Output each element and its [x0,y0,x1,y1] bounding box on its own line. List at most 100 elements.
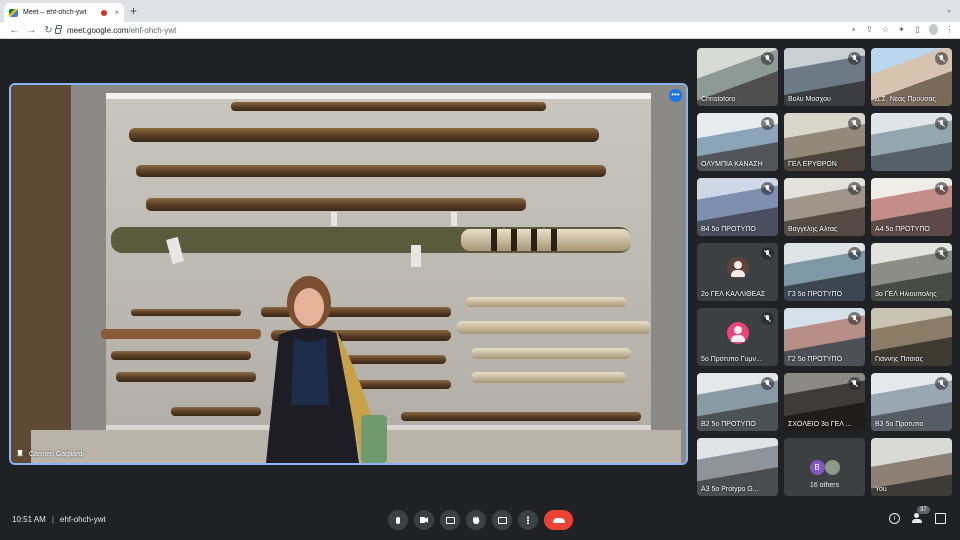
address-bar[interactable]: meet.google.com/ehf-ohch-ywt [55,24,845,37]
camera-icon [420,517,428,523]
participant-name: 5o Πρότυπο Γυμν... [701,356,762,363]
participant-tile[interactable]: 2ο ΓΕΛ ΚΑΛΛΙΘΕΑΣ [697,243,778,301]
profile-avatar-icon[interactable] [929,24,938,35]
avatar: B [809,459,825,475]
recording-indicator-icon [101,9,108,16]
more-options-button[interactable]: ••• [669,89,682,102]
browser-tab-meet[interactable]: Meet – ehf-ohch-ywt × [4,3,124,22]
participant-name: Β4 5ο ΠΡΟΤΥΠΟ [701,226,756,233]
participant-name: Α3 5ο Protypo G... [701,486,759,493]
participant-tile[interactable]: Α4 5ο ΠΡΟΤΥΠΟ [871,178,952,236]
participant-tile[interactable]: Β2 5ο ΠΡΟΤΥΠΟ [697,373,778,431]
participant-tile[interactable]: 5o Πρότυπο Γυμν... [697,308,778,366]
participant-name: ΓΕΛ ΕΡΥΘΡΩΝ [788,161,837,168]
participant-tile[interactable]: Γ2 5ο ΠΡΟΤΥΠΟ [784,308,865,366]
presenter-label: Carmen Gagliardi [17,450,84,458]
participant-count-badge: 37 [917,506,930,514]
participant-tile[interactable]: Βολυ Μοσχου [784,48,865,106]
mic-off-icon [848,377,861,390]
share-icon[interactable]: ⇪ [865,25,874,34]
meet-favicon-icon [9,8,18,17]
chat-icon[interactable] [935,513,946,524]
mic-off-icon [761,117,774,130]
pin-icon[interactable] [17,450,23,458]
mic-off-icon [935,182,948,195]
presenter-video [11,85,686,463]
new-tab-button[interactable]: + [130,4,137,18]
end-call-icon [552,517,565,523]
browser-tab-strip: Meet – ehf-ohch-ywt × + ⌄ [0,0,960,22]
microphone-button[interactable] [388,510,408,530]
participant-tile[interactable] [871,113,952,171]
tab-search-chevron-icon[interactable]: ⌄ [946,6,952,14]
participant-tile[interactable]: Γ3 5ο ΠΡΟΤΥΠΟ [784,243,865,301]
more-options-button[interactable] [518,510,538,530]
back-icon[interactable]: ← [6,25,23,36]
raise-hand-icon [472,516,480,524]
captions-icon [445,516,455,524]
raise-hand-button[interactable] [466,510,486,530]
participant-tile[interactable]: Christoforo [697,48,778,106]
meeting-info-icon[interactable]: i [889,513,900,524]
side-panel-icon[interactable]: ▯ [913,25,922,34]
present-now-button[interactable] [492,510,512,530]
participant-name: Γ3 5ο ΠΡΟΤΥΠΟ [788,291,843,298]
participant-tile[interactable]: ΟΛΥΜΠΙΑ ΚΑΝΑΣΗ [697,113,778,171]
self-tile[interactable]: You [871,438,952,496]
more-vert-icon [527,516,529,524]
participant-name: Β2 5ο ΠΡΟΤΥΠΟ [701,421,756,428]
participant-name: Γ2 5ο ΠΡΟΤΥΠΟ [788,356,843,363]
participant-name: Α4 5ο ΠΡΟΤΥΠΟ [875,226,930,233]
tab-close-icon[interactable]: × [114,8,119,17]
extensions-puzzle-icon[interactable]: ✦ [897,25,906,34]
participant-tile[interactable]: Γιάννης Πιτσιάς [871,308,952,366]
others-avatars: B [809,459,840,475]
meeting-details: 10:51 AM | ehf-ohch-ywt [12,515,106,524]
participant-name: Βολυ Μοσχου [788,96,831,103]
people-icon[interactable]: 37 [912,506,930,524]
separator: | [51,515,54,524]
participant-grid: Christoforo Βολυ Μοσχου Δ.Σ. Νέας Προύσα… [697,48,953,501]
avatar [824,459,840,475]
url-host: meet.google.com [67,26,129,35]
participant-tile[interactable]: ΓΕΛ ΕΡΥΘΡΩΝ [784,113,865,171]
others-tile[interactable]: B 16 others [784,438,865,496]
captions-button[interactable] [440,510,460,530]
browser-menu-icon[interactable]: ⋮ [945,25,954,34]
microphone-icon [396,516,400,524]
presenter-name: Carmen Gagliardi [29,450,84,458]
mic-off-icon [761,52,774,65]
mic-off-icon [935,117,948,130]
participant-name: Γιάννης Πιτσιάς [875,356,923,363]
bookmark-star-icon[interactable]: ☆ [881,25,890,34]
leave-call-button[interactable] [544,510,573,530]
lock-icon[interactable] [55,24,62,34]
participant-tile[interactable]: Β3 5ο Πρότυπο [871,373,952,431]
participant-tile[interactable]: Α3 5ο Protypo G... [697,438,778,496]
participant-tile[interactable]: Βαγγέλης Αλτας [784,178,865,236]
mic-off-icon [761,377,774,390]
participant-tile[interactable]: 3ο ΓΕΛ Ηλιούπολης [871,243,952,301]
main-video-stage[interactable]: ••• Carmen Gagliardi [9,83,688,465]
forward-icon[interactable]: → [23,25,40,36]
participant-avatar [726,257,749,279]
participant-tile[interactable]: ΣΧΟΛΕΙΟ 3ο ΓΕΛ ... [784,373,865,431]
participant-tile[interactable]: Β4 5ο ΠΡΟΤΥΠΟ [697,178,778,236]
meeting-code: ehf-ohch-ywt [59,515,106,524]
camera-button[interactable] [414,510,434,530]
mic-off-icon [761,182,774,195]
mic-off-icon [935,247,948,260]
participant-name: Δ.Σ. Νέας Προύσας [875,96,936,103]
participant-name: ΟΛΥΜΠΙΑ ΚΑΝΑΣΗ [701,161,763,168]
participant-name: Βαγγέλης Αλτας [788,226,838,233]
participant-name: 2ο ΓΕΛ ΚΑΛΛΙΘΕΑΣ [701,291,766,298]
camera-in-use-icon[interactable]: ▪ [849,25,858,34]
participant-name: You [875,486,887,493]
browser-toolbar: ← → ↻ meet.google.com/ehf-ohch-ywt ▪ ⇪ ☆… [0,22,960,39]
participant-tile[interactable]: Δ.Σ. Νέας Προύσας [871,48,952,106]
participant-avatar [726,322,749,344]
participant-name: 3ο ΓΕΛ Ηλιούπολης [875,291,937,298]
participant-name: Β3 5ο Πρότυπο [875,421,924,428]
tab-title: Meet – ehf-ohch-ywt [23,9,87,16]
mic-off-icon [935,52,948,65]
